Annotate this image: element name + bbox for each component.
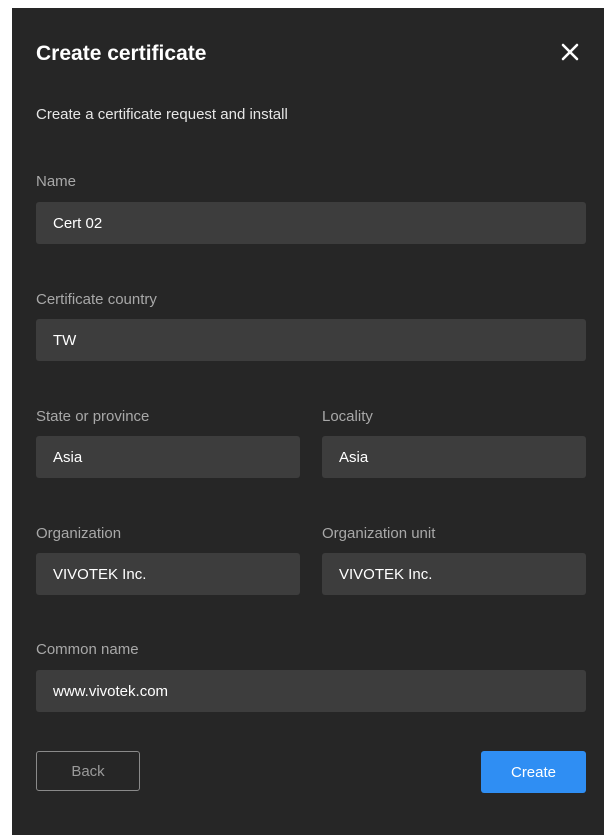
organization-unit-label: Organization unit [322, 525, 436, 542]
name-label: Name [36, 173, 77, 190]
dialog-title: Create certificate [36, 42, 207, 65]
certificate-country-field[interactable] [36, 319, 586, 361]
organization-unit-field[interactable] [322, 553, 586, 595]
certificate-country-label: Certificate country [36, 291, 157, 308]
create-certificate-dialog: Create certificate Create a certificate … [12, 8, 604, 835]
state-province-field[interactable] [36, 436, 300, 478]
close-icon [561, 43, 579, 61]
create-button[interactable]: Create [481, 751, 586, 793]
organization-label: Organization [36, 525, 122, 542]
common-name-label: Common name [36, 641, 139, 658]
name-field[interactable] [36, 202, 586, 244]
locality-label: Locality [322, 408, 373, 425]
organization-field[interactable] [36, 553, 300, 595]
back-button[interactable]: Back [36, 751, 140, 791]
state-province-label: State or province [36, 408, 150, 425]
locality-field[interactable] [322, 436, 586, 478]
dialog-subtitle: Create a certificate request and install [36, 106, 288, 123]
common-name-field[interactable] [36, 670, 586, 712]
close-button[interactable] [556, 38, 584, 66]
